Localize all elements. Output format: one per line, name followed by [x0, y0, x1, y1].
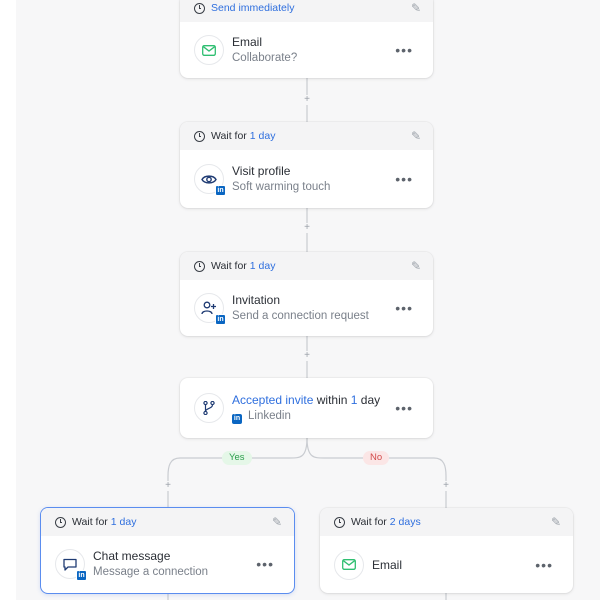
condition-title: Accepted invite within 1 day: [232, 392, 380, 408]
chat-icon: in: [55, 549, 87, 581]
branch-no-label: No: [363, 451, 390, 465]
step-title: Email: [372, 557, 403, 572]
clock-icon: [194, 260, 205, 272]
linkedin-icon: in: [215, 185, 226, 196]
step-header: Send immediately ✎: [180, 0, 433, 22]
step-card-visit-profile[interactable]: Wait for 1 day ✎ in Visit profile Soft w…: [180, 122, 433, 208]
more-options-button[interactable]: •••: [535, 557, 553, 573]
more-options-button[interactable]: •••: [395, 400, 413, 416]
add-step-button[interactable]: +: [163, 481, 173, 491]
delay-value: 2 days: [389, 516, 421, 528]
edit-icon[interactable]: ✎: [411, 129, 421, 143]
add-step-button[interactable]: +: [441, 481, 451, 491]
add-step-button[interactable]: +: [302, 351, 312, 361]
mail-icon: [334, 549, 364, 580]
delay-value: 1 day: [249, 130, 276, 142]
delay-prefix: Wait for: [211, 260, 247, 272]
step-header: Wait for 2 days ✎: [320, 508, 573, 536]
delay-prefix: Wait for: [72, 516, 108, 528]
step-header: Wait for 1 day ✎: [41, 508, 294, 536]
step-title: Visit profile: [232, 164, 291, 178]
linkedin-icon: in: [232, 414, 242, 424]
channel-label: Linkedin: [248, 410, 291, 422]
delay-value: 1 day: [110, 516, 137, 528]
add-step-button[interactable]: +: [302, 223, 312, 233]
edit-icon[interactable]: ✎: [551, 515, 561, 529]
more-options-button[interactable]: •••: [395, 171, 413, 187]
edit-icon[interactable]: ✎: [411, 259, 421, 273]
edit-icon[interactable]: ✎: [411, 1, 421, 15]
delay-text: Send immediately: [211, 2, 295, 14]
condition-mid: within: [316, 393, 348, 407]
mail-icon: [194, 35, 224, 65]
condition-card-accepted-invite[interactable]: Accepted invite within 1 day in Linkedin …: [180, 378, 433, 438]
step-subtitle: Send a connection request: [232, 310, 369, 322]
step-title: Email: [232, 35, 263, 49]
clock-icon: [55, 516, 66, 528]
condition-unit: day: [360, 393, 381, 407]
step-card-invitation[interactable]: Wait for 1 day ✎ in Invitation Send a co…: [180, 252, 433, 336]
branch-yes-label: Yes: [222, 451, 252, 465]
clock-icon: [194, 2, 205, 14]
step-card-email-no-branch[interactable]: Wait for 2 days ✎ Email •••: [320, 508, 573, 593]
more-options-button[interactable]: •••: [256, 556, 274, 572]
edit-icon[interactable]: ✎: [272, 515, 282, 529]
step-subtitle: Collaborate?: [232, 52, 298, 64]
delay-value: 1 day: [249, 260, 276, 272]
step-header: Wait for 1 day ✎: [180, 252, 433, 280]
step-subtitle: Soft warming touch: [232, 181, 331, 193]
branch-icon: [194, 393, 224, 423]
step-header: Wait for 1 day ✎: [180, 122, 433, 150]
more-options-button[interactable]: •••: [395, 300, 413, 316]
clock-icon: [334, 516, 345, 528]
delay-prefix: Wait for: [351, 516, 387, 528]
user-plus-icon: in: [194, 293, 226, 325]
step-card-email[interactable]: Send immediately ✎ Email Collaborate? ••…: [180, 0, 433, 78]
condition-link[interactable]: Accepted invite: [232, 393, 313, 407]
eye-icon: in: [194, 164, 226, 196]
step-title: Chat message: [93, 549, 171, 563]
condition-subtitle: in Linkedin: [232, 408, 380, 424]
condition-value[interactable]: 1: [351, 393, 358, 407]
step-subtitle: Message a connection: [93, 566, 209, 578]
linkedin-icon: in: [215, 314, 226, 325]
step-title: Invitation: [232, 293, 281, 307]
step-card-chat-message[interactable]: Wait for 1 day ✎ in Chat message Message…: [40, 507, 295, 594]
add-step-button[interactable]: +: [302, 95, 312, 105]
delay-prefix: Wait for: [211, 130, 247, 142]
linkedin-icon: in: [76, 570, 87, 581]
clock-icon: [194, 130, 205, 142]
more-options-button[interactable]: •••: [395, 42, 413, 58]
